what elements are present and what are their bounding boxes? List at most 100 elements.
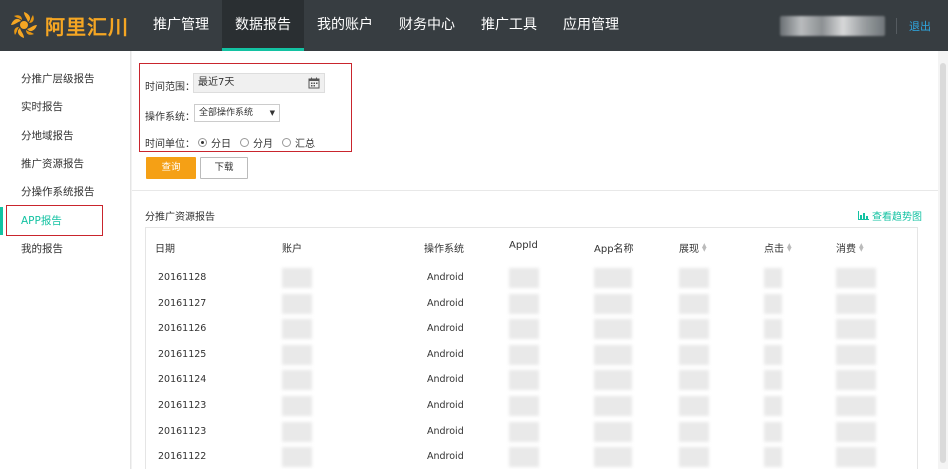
sort-icon[interactable]: ▲ ▼ <box>859 242 865 252</box>
redacted-cell <box>282 268 312 288</box>
redacted-cell <box>764 370 782 391</box>
radio-label-monthly: 分月 <box>253 139 273 150</box>
column-header-account[interactable]: 账户 <box>282 240 302 255</box>
redacted-cell <box>509 370 539 391</box>
redacted-cell <box>509 447 539 468</box>
bar-chart-icon <box>858 211 869 220</box>
nav-item-app-management[interactable]: 应用管理 <box>550 0 632 51</box>
query-button[interactable]: 查询 <box>146 157 196 179</box>
column-header-clicks[interactable]: 点击 ▲ ▼ <box>764 240 793 255</box>
nav-item-finance-center[interactable]: 财务中心 <box>386 0 468 51</box>
nav-item-my-account[interactable]: 我的账户 <box>304 0 386 51</box>
top-navbar: 阿里汇川 推广管理 数据报告 我的账户 财务中心 推广工具 应用管理 退出 <box>0 0 948 51</box>
table-row: 20161122 Android <box>146 445 917 469</box>
radio-unchecked-icon[interactable] <box>240 138 249 147</box>
column-header-app-name[interactable]: App名称 <box>594 240 634 255</box>
os-select-value: 全部操作系统 <box>199 108 254 118</box>
radio-unchecked-icon[interactable] <box>282 138 291 147</box>
redacted-cell <box>764 344 782 365</box>
sidebar-item-resource-report[interactable]: 推广资源报告 <box>0 150 131 178</box>
redacted-cell <box>282 370 312 391</box>
redacted-cell <box>509 268 539 288</box>
redacted-cell <box>509 293 539 314</box>
view-trend-label: 查看趋势图 <box>872 212 922 223</box>
os-select[interactable]: 全部操作系统 ▼ <box>194 104 280 122</box>
sort-icon[interactable]: ▲ ▼ <box>787 242 793 252</box>
column-header-os[interactable]: 操作系统 <box>424 240 464 255</box>
redacted-cell <box>679 293 709 314</box>
user-account-redacted[interactable] <box>780 16 885 36</box>
column-header-cost[interactable]: 消费 ▲ ▼ <box>836 240 865 255</box>
dropdown-arrow-icon: ▼ <box>269 109 275 117</box>
sidebar: 分推广层级报告 实时报告 分地域报告 推广资源报告 分操作系统报告 APP报告 … <box>0 51 131 469</box>
redacted-cell <box>282 421 312 442</box>
redacted-cell <box>509 421 539 442</box>
redacted-cell <box>594 447 632 468</box>
redacted-cell <box>282 293 312 314</box>
redacted-cell <box>836 293 876 314</box>
redacted-cell <box>594 293 632 314</box>
nav-item-promotion-tools[interactable]: 推广工具 <box>468 0 550 51</box>
radio-option-daily[interactable]: 分日 <box>198 135 231 150</box>
redacted-cell <box>764 396 782 416</box>
sidebar-item-my-reports[interactable]: 我的报告 <box>0 235 131 263</box>
date-range-input[interactable]: 最近7天 <box>193 73 325 93</box>
sidebar-item-app-report[interactable]: APP报告 <box>0 207 131 235</box>
view-trend-link[interactable]: 查看趋势图 <box>858 208 922 223</box>
main-content: 时间范围： 最近7天 操作系统： 全部操作系统 ▼ 时间单位： 分日 分月 汇总… <box>132 51 948 469</box>
logout-link[interactable]: 退出 <box>909 18 931 34</box>
brand-logo[interactable]: 阿里汇川 <box>9 10 129 40</box>
logo-icon <box>11 12 37 38</box>
download-button[interactable]: 下载 <box>200 157 248 179</box>
redacted-cell <box>836 319 876 340</box>
filter-panel: 时间范围： 最近7天 操作系统： 全部操作系统 ▼ 时间单位： 分日 分月 汇总… <box>132 51 938 191</box>
cell-os: Android <box>427 425 464 437</box>
cell-date: 20161125 <box>158 348 207 360</box>
cell-date: 20161127 <box>158 297 207 309</box>
radio-option-monthly[interactable]: 分月 <box>240 135 273 150</box>
radio-option-summary[interactable]: 汇总 <box>282 135 315 150</box>
cell-date: 20161123 <box>158 400 207 411</box>
os-label: 操作系统： <box>145 112 195 123</box>
redacted-cell <box>679 344 709 365</box>
sidebar-item-realtime-report[interactable]: 实时报告 <box>0 93 131 121</box>
column-header-appid[interactable]: AppId <box>509 240 538 251</box>
date-range-value: 最近7天 <box>198 77 235 88</box>
sidebar-item-region-report[interactable]: 分地域报告 <box>0 122 131 150</box>
time-range-label: 时间范围： <box>145 82 195 93</box>
cell-os: Android <box>427 451 464 463</box>
table-row: 20161125 Android <box>146 343 917 368</box>
report-table: 日期 账户 操作系统 AppId App名称 展现 ▲ ▼ 点击 ▲ ▼ 消费 ▲ ▼ 20… <box>145 227 918 469</box>
scrollbar-thumb[interactable] <box>940 63 946 463</box>
redacted-cell <box>679 421 709 442</box>
column-header-date[interactable]: 日期 <box>155 240 175 255</box>
redacted-cell <box>764 293 782 314</box>
cell-date: 20161123 <box>158 425 207 437</box>
cell-os: Android <box>427 400 464 411</box>
redacted-cell <box>594 268 632 288</box>
cell-date: 20161122 <box>158 451 207 463</box>
calendar-icon[interactable] <box>308 77 320 89</box>
redacted-cell <box>679 396 709 416</box>
scrollbar[interactable] <box>938 51 948 469</box>
sort-icon[interactable]: ▲ ▼ <box>702 242 708 252</box>
table-row: 20161128 Android <box>146 266 917 291</box>
nav-item-campaign-management[interactable]: 推广管理 <box>140 0 222 51</box>
sidebar-item-os-report[interactable]: 分操作系统报告 <box>0 178 131 206</box>
nav-item-data-reports[interactable]: 数据报告 <box>222 0 304 51</box>
redacted-cell <box>594 421 632 442</box>
redacted-cell <box>679 447 709 468</box>
cell-date: 20161126 <box>158 323 207 335</box>
redacted-cell <box>836 396 876 416</box>
time-unit-radio-group: 分日 分月 汇总 <box>198 135 324 150</box>
radio-label-daily: 分日 <box>211 139 231 150</box>
sidebar-item-campaign-level-report[interactable]: 分推广层级报告 <box>0 65 131 93</box>
cell-os: Android <box>427 323 464 335</box>
column-header-impressions[interactable]: 展现 ▲ ▼ <box>679 240 708 255</box>
redacted-cell <box>282 396 312 416</box>
redacted-cell <box>764 421 782 442</box>
radio-checked-icon[interactable] <box>198 138 207 147</box>
redacted-cell <box>594 396 632 416</box>
redacted-cell <box>679 370 709 391</box>
redacted-cell <box>679 319 709 340</box>
